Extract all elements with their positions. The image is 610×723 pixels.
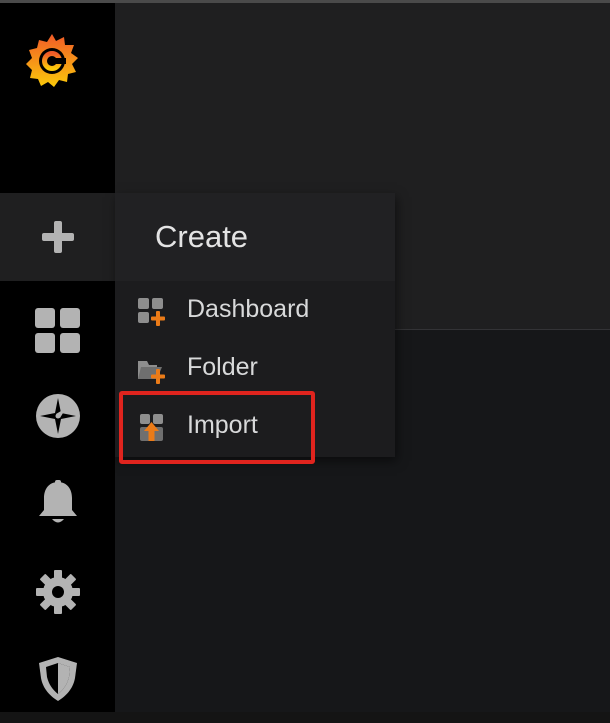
folder-add-icon bbox=[137, 355, 167, 385]
menu-item-folder[interactable]: Folder bbox=[115, 341, 395, 395]
create-menu-title: Create bbox=[155, 219, 249, 254]
import-highlight-box bbox=[119, 391, 315, 464]
sidemenu-configuration[interactable] bbox=[0, 548, 115, 636]
compass-icon bbox=[35, 393, 81, 439]
menu-item-folder-label: Folder bbox=[187, 353, 258, 381]
gear-icon bbox=[35, 569, 81, 615]
sidemenu-create[interactable] bbox=[0, 193, 115, 281]
menu-item-dashboard-label: Dashboard bbox=[187, 295, 310, 323]
shield-icon bbox=[38, 656, 78, 702]
plus-icon bbox=[41, 220, 75, 254]
sidemenu bbox=[0, 3, 115, 712]
menu-item-dashboard[interactable]: Dashboard bbox=[115, 283, 395, 337]
dashboards-grid-icon bbox=[34, 308, 81, 354]
create-menu-header: Create bbox=[115, 193, 395, 281]
sidemenu-server-admin[interactable] bbox=[0, 635, 115, 723]
sidemenu-explore[interactable] bbox=[0, 372, 115, 460]
dashboard-add-icon bbox=[137, 297, 167, 327]
bell-icon bbox=[38, 480, 78, 526]
sidemenu-dashboards[interactable] bbox=[0, 287, 115, 375]
sidemenu-alerting[interactable] bbox=[0, 459, 115, 547]
grafana-logo-icon[interactable] bbox=[22, 30, 82, 90]
